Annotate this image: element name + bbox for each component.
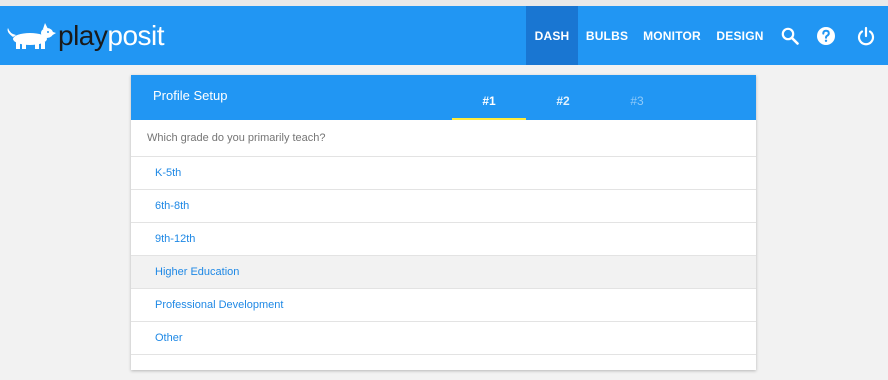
card-title: Profile Setup [153, 88, 228, 103]
nav-dash[interactable]: DASH [526, 6, 578, 65]
nav-bulbs[interactable]: BULBS [578, 6, 636, 65]
nav-design[interactable]: DESIGN [708, 6, 772, 65]
help-button[interactable] [808, 6, 844, 65]
search-icon [781, 27, 799, 45]
nav-monitor[interactable]: MONITOR [636, 6, 708, 65]
option-k-5th[interactable]: K-5th [131, 157, 756, 190]
step-tab-1[interactable]: #1 [452, 75, 526, 120]
step-tab-3: #3 [630, 93, 644, 108]
card-header: Profile Setup #1 #2 #3 [131, 75, 756, 120]
logout-button[interactable] [844, 6, 888, 65]
profile-setup-card: Profile Setup #1 #2 #3 Which grade do yo… [131, 75, 756, 370]
option-9th-12th[interactable]: 9th-12th [131, 223, 756, 256]
top-navbar: playposit DASH BULBS MONITOR DESIGN [0, 6, 888, 65]
playposit-logo[interactable]: playposit [4, 16, 165, 56]
option-6th-8th[interactable]: 6th-8th [131, 190, 756, 223]
dog-mascot-icon [7, 23, 56, 49]
option-higher-education[interactable]: Higher Education [131, 256, 756, 289]
option-professional-development[interactable]: Professional Development [131, 289, 756, 322]
search-button[interactable] [772, 6, 808, 65]
grade-question: Which grade do you primarily teach? [131, 120, 756, 157]
logo-text-posit: posit [107, 20, 165, 51]
logo-wordmark: playposit [58, 16, 165, 56]
help-icon [817, 26, 835, 45]
power-icon [857, 26, 875, 45]
main-nav: DASH BULBS MONITOR DESIGN [526, 6, 888, 65]
step-tab-2[interactable]: #2 [526, 75, 600, 120]
logo-text-play: play [58, 20, 108, 51]
option-other[interactable]: Other [131, 322, 756, 355]
